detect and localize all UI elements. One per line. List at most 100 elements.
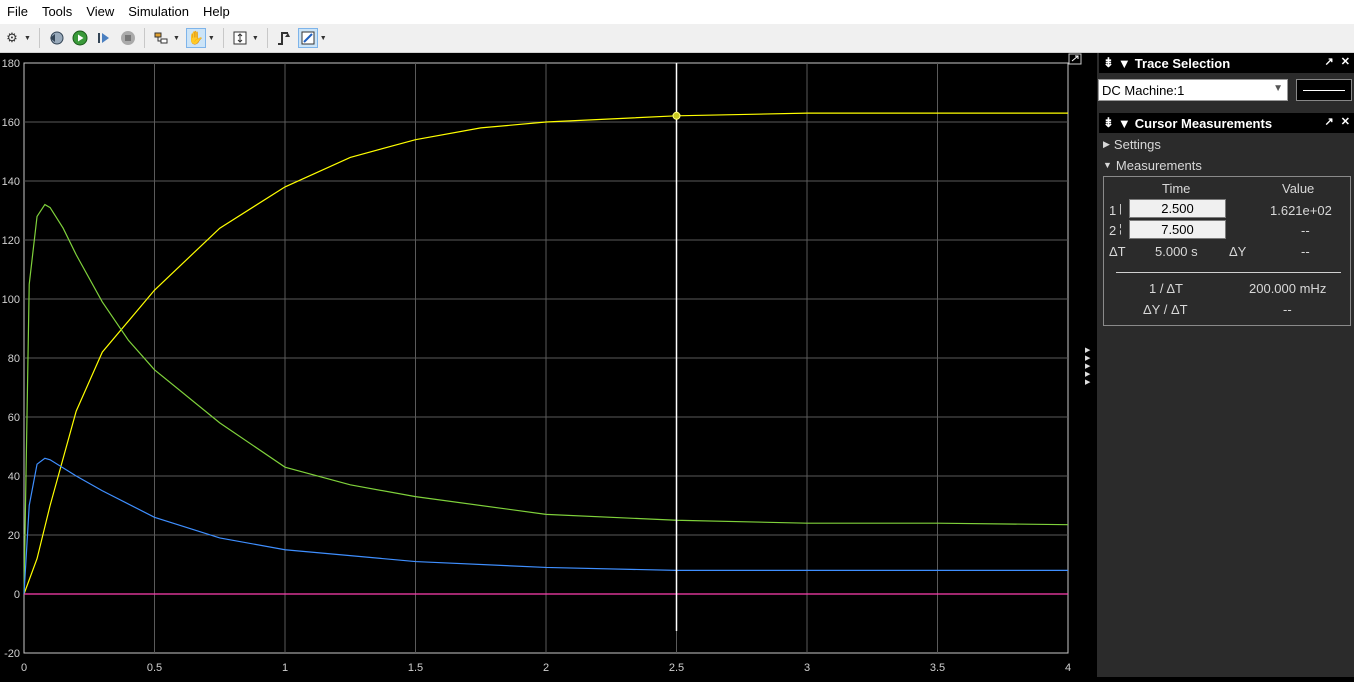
chevron-down-icon: ▼ [1273,83,1283,94]
scope-plot-area: 180 160 140 120 100 80 60 40 20 0 -20 0 0.5 1 1.5 2 2.5… [0,53,1097,677]
cursor-1-line-icon: | [1119,203,1122,215]
triggers-icon[interactable] [274,28,294,48]
collapse-triangle-icon: ▼ [1103,160,1112,170]
delta-t-label: ΔT [1109,244,1126,259]
menu-help[interactable]: Help [196,0,237,24]
x-tick-label: 0 [21,662,27,674]
time-column-header: Time [1162,181,1191,196]
collapse-arrow-icon[interactable]: ▶ [1085,347,1090,354]
cursor-1-time-input[interactable]: 2.500 [1129,199,1226,218]
cursor-measurements-icon[interactable] [297,28,318,48]
menu-file[interactable]: File [0,0,35,24]
x-tick-label: 2 [543,662,549,674]
undock-panel-icon[interactable]: ↗ [1325,116,1334,128]
x-tick-labels: 0 0.5 1 1.5 2 2.5 3 3.5 4 [21,662,1071,674]
collapse-arrow-icon[interactable]: ▶ [1085,371,1090,378]
highlight-signal-icon[interactable] [151,28,171,48]
y-tick-label: 120 [2,235,20,247]
trace-select[interactable]: DC Machine:1 ▼ [1098,79,1288,101]
line-sample-stroke [1303,90,1345,91]
highlight-dropdown-arrow-icon[interactable]: ▼ [173,35,180,42]
menu-view[interactable]: View [79,0,121,24]
delta-y-label: ΔY [1229,244,1247,259]
cursor-measurements-header[interactable]: ⇟ ▼ Cursor Measurements ↗ ✕ [1099,113,1354,133]
value-column-header: Value [1282,181,1315,196]
x-tick-label: 2.5 [669,662,684,674]
cursor-2-value: -- [1301,223,1310,238]
stop-icon[interactable] [118,28,138,48]
settings-dropdown-arrow-icon[interactable]: ▼ [24,35,31,42]
cursor-2-label: 2 [1109,223,1117,238]
x-tick-label: 0.5 [147,662,162,674]
settings-section-toggle[interactable]: ▶ Settings [1099,134,1354,154]
close-icon[interactable]: ✕ [1341,56,1350,68]
toolbar-separator [266,28,268,48]
scale-axes-icon[interactable] [230,28,250,48]
cursor-measurements-title: Cursor Measurements [1134,115,1273,131]
y-tick-label: 20 [8,530,20,542]
inverse-delta-t-value: 200.000 mHz [1249,281,1327,296]
y-tick-label: 160 [2,117,20,129]
measurements-section-toggle[interactable]: ▼ Measurements [1099,155,1354,175]
cursor-2-dashed-line-icon: ¦ [1119,223,1122,235]
toolbar-separator [38,28,40,48]
toolbar-separator [143,28,145,48]
expand-triangle-icon: ▶ [1103,138,1110,149]
pin-icon[interactable]: ⇟ [1103,55,1114,71]
y-tick-labels: 180 160 140 120 100 80 60 40 20 0 -20 [2,58,20,660]
step-forward-icon[interactable] [94,28,114,48]
delta-y-value: -- [1301,244,1310,259]
close-icon[interactable]: ✕ [1341,116,1350,128]
collapse-triangle-icon[interactable]: ▼ [1118,56,1131,71]
collapse-triangle-icon[interactable]: ▼ [1118,116,1131,131]
collapse-arrow-icon[interactable]: ▶ [1085,363,1090,370]
x-tick-label: 1 [282,662,288,674]
cursor-1-label: 1 [1109,203,1117,218]
delta-t-value: 5.000 s [1155,244,1198,259]
trace-selection-title: Trace Selection [1134,55,1231,71]
x-tick-label: 3 [804,662,810,674]
trace-selection-header[interactable]: ⇟ ▼ Trace Selection ↗ ✕ [1099,53,1354,73]
cursor-1-value: 1.621e+02 [1270,203,1332,218]
measurements-divider [1116,272,1341,273]
menu-simulation[interactable]: Simulation [121,0,196,24]
delta-y-over-delta-t-value: -- [1283,302,1292,317]
y-tick-label: 180 [2,58,20,70]
menu-tools[interactable]: Tools [35,0,79,24]
toolbar-separator [222,28,224,48]
pin-icon[interactable]: ⇟ [1103,115,1114,131]
x-tick-label: 3.5 [930,662,945,674]
y-tick-label: 80 [8,353,20,365]
menu-bar: File Tools View Simulation Help [0,0,1354,24]
undock-panel-icon[interactable]: ↗ [1325,56,1334,68]
cursor-2-time-input[interactable]: 7.500 [1129,220,1226,239]
cursor-1-marker [672,111,681,120]
toolbar: ⚙ ▼ ▼ ✋ ▼ ▼ ▼ [0,24,1354,53]
collapse-arrow-icon[interactable]: ▶ [1085,379,1090,386]
inverse-delta-t-label: 1 / ΔT [1149,281,1183,296]
line-style-sample[interactable] [1296,79,1352,101]
pan-hand-icon[interactable]: ✋ [185,28,206,48]
x-tick-label: 1.5 [408,662,423,674]
settings-gear-icon[interactable]: ⚙ [2,28,22,48]
scope-display[interactable]: 180160140120100806040200-20 0 0.5 1 1.5 2 2.5… [0,53,1097,677]
y-tick-label: 100 [2,294,20,306]
y-tick-label: 60 [8,412,20,424]
delta-y-over-delta-t-label: ΔY / ΔT [1143,302,1188,317]
collapse-arrow-icon[interactable]: ▶ [1085,355,1090,362]
measurements-label: Measurements [1115,157,1202,173]
undock-icon[interactable] [1068,53,1082,65]
panel-controls: ↗ ✕ [1325,55,1351,68]
y-tick-label: 140 [2,176,20,188]
trace-select-value: DC Machine:1 [1102,82,1185,98]
measurements-dropdown-arrow-icon[interactable]: ▼ [320,35,327,42]
y-tick-label: 0 [14,589,20,601]
run-icon[interactable] [70,28,90,48]
step-back-icon[interactable] [46,28,66,48]
scale-dropdown-arrow-icon[interactable]: ▼ [252,35,259,42]
y-tick-label: 40 [8,471,20,483]
x-tick-label: 4 [1065,662,1071,674]
y-tick-label: -20 [4,648,20,660]
zoom-dropdown-arrow-icon[interactable]: ▼ [208,35,215,42]
settings-label: Settings [1113,136,1161,152]
